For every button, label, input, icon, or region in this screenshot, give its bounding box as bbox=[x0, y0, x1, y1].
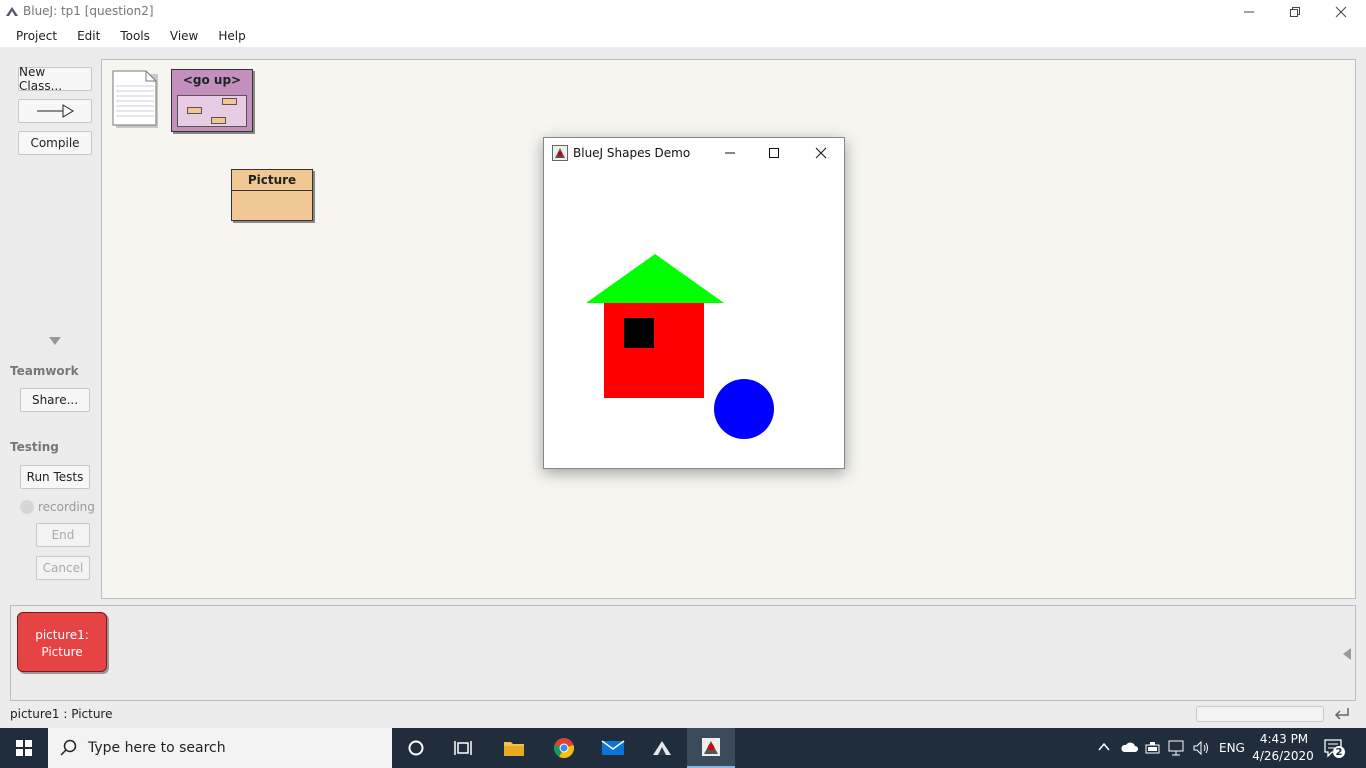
object-type: Picture bbox=[41, 645, 83, 659]
menu-project[interactable]: Project bbox=[6, 29, 67, 43]
mail-icon bbox=[601, 740, 625, 755]
show-hidden-icons-icon[interactable] bbox=[1098, 742, 1110, 752]
sun-circle bbox=[714, 379, 774, 439]
shapes-minimize-button[interactable] bbox=[714, 142, 746, 164]
shapes-close-button[interactable] bbox=[805, 142, 837, 164]
window-title: BlueJ: tp1 [question2] bbox=[23, 4, 154, 18]
go-up-package[interactable]: <go up> bbox=[171, 69, 253, 132]
house-wall bbox=[604, 303, 704, 398]
close-icon bbox=[815, 147, 827, 159]
taskbar-search-box[interactable]: Type here to search bbox=[48, 728, 392, 768]
windows-logo-icon bbox=[16, 740, 32, 756]
recording-label: recording bbox=[38, 500, 95, 514]
title-bar: BlueJ: tp1 [question2] bbox=[0, 0, 1366, 24]
close-icon bbox=[1335, 6, 1347, 18]
readme-note-icon[interactable] bbox=[112, 70, 158, 128]
cancel-button[interactable]: Cancel bbox=[36, 556, 90, 580]
shapes-window-title: BlueJ Shapes Demo bbox=[573, 146, 691, 160]
minimize-button[interactable] bbox=[1226, 0, 1272, 24]
onedrive-cloud-icon[interactable] bbox=[1120, 741, 1138, 753]
object-bench bbox=[10, 605, 1356, 701]
menu-tools[interactable]: Tools bbox=[110, 29, 160, 43]
task-view-button[interactable] bbox=[440, 728, 488, 768]
search-placeholder: Type here to search bbox=[88, 740, 226, 756]
new-inheritance-arrow-button[interactable] bbox=[18, 99, 92, 123]
restore-button[interactable] bbox=[1272, 0, 1318, 24]
shapes-canvas bbox=[586, 254, 774, 439]
maximize-icon bbox=[769, 148, 779, 158]
battery-icon[interactable] bbox=[1145, 741, 1161, 755]
volume-icon[interactable] bbox=[1193, 740, 1211, 756]
cortana-button[interactable] bbox=[392, 728, 440, 768]
scroll-left-icon[interactable] bbox=[1342, 647, 1352, 661]
bluej-app-icon bbox=[6, 7, 18, 16]
picture-class-name: Picture bbox=[232, 170, 312, 191]
inheritance-arrow-icon bbox=[37, 104, 74, 118]
java-shapes-icon bbox=[702, 738, 720, 756]
collapse-triangle-icon[interactable] bbox=[48, 336, 62, 346]
bluej-bird-icon bbox=[653, 741, 671, 755]
end-button[interactable]: End bbox=[36, 523, 90, 547]
undo-return-icon[interactable] bbox=[1333, 705, 1351, 723]
task-view-icon bbox=[454, 741, 472, 755]
restore-icon bbox=[1290, 7, 1300, 17]
input-language[interactable]: ENG bbox=[1219, 741, 1245, 755]
minimize-icon bbox=[1244, 11, 1254, 13]
minimize-icon bbox=[725, 152, 735, 154]
menu-help[interactable]: Help bbox=[208, 29, 255, 43]
new-class-button[interactable]: New Class... bbox=[18, 65, 92, 93]
folder-icon bbox=[504, 742, 524, 756]
teamwork-label: Teamwork bbox=[10, 364, 79, 378]
shapes-demo-window[interactable]: BlueJ Shapes Demo bbox=[543, 137, 845, 469]
object-name: picture1: bbox=[35, 628, 89, 642]
menu-view[interactable]: View bbox=[160, 29, 208, 43]
house-window bbox=[624, 318, 654, 348]
taskbar: Type here to search ENG 4:43 PM 4/26/202… bbox=[0, 728, 1366, 768]
java-app-taskbar-button[interactable] bbox=[687, 728, 735, 768]
status-text: picture1 : Picture bbox=[10, 707, 113, 721]
cortana-circle-icon bbox=[408, 740, 424, 756]
network-icon[interactable] bbox=[1168, 740, 1186, 756]
run-tests-button[interactable]: Run Tests bbox=[20, 465, 90, 489]
clock-date[interactable]: 4/26/2020 bbox=[1252, 749, 1314, 763]
compile-button[interactable]: Compile bbox=[18, 131, 92, 155]
menu-edit[interactable]: Edit bbox=[67, 29, 110, 43]
chrome-icon bbox=[554, 738, 574, 759]
house-roof bbox=[586, 254, 724, 303]
bluej-taskbar-button[interactable] bbox=[638, 728, 686, 768]
progress-bar bbox=[1196, 706, 1324, 722]
picture1-object[interactable]: picture1: Picture bbox=[17, 612, 107, 672]
recording-indicator-icon bbox=[20, 500, 34, 514]
picture-class-box[interactable]: Picture bbox=[231, 169, 313, 221]
chrome-button[interactable] bbox=[540, 728, 588, 768]
mail-button[interactable] bbox=[589, 728, 637, 768]
notification-count: 2 bbox=[1335, 747, 1343, 758]
go-up-label: <go up> bbox=[182, 73, 242, 87]
clock-time[interactable]: 4:43 PM bbox=[1259, 732, 1309, 746]
menu-bar: Project Edit Tools View Help bbox=[0, 24, 1366, 47]
search-icon bbox=[60, 739, 77, 756]
share-button[interactable]: Share... bbox=[20, 388, 90, 412]
start-button[interactable] bbox=[0, 728, 48, 768]
package-contents-icon bbox=[177, 95, 247, 127]
close-button[interactable] bbox=[1318, 0, 1364, 24]
shapes-maximize-button[interactable] bbox=[758, 142, 790, 164]
java-app-icon bbox=[552, 145, 568, 161]
testing-label: Testing bbox=[10, 440, 59, 454]
file-explorer-button[interactable] bbox=[490, 728, 538, 768]
